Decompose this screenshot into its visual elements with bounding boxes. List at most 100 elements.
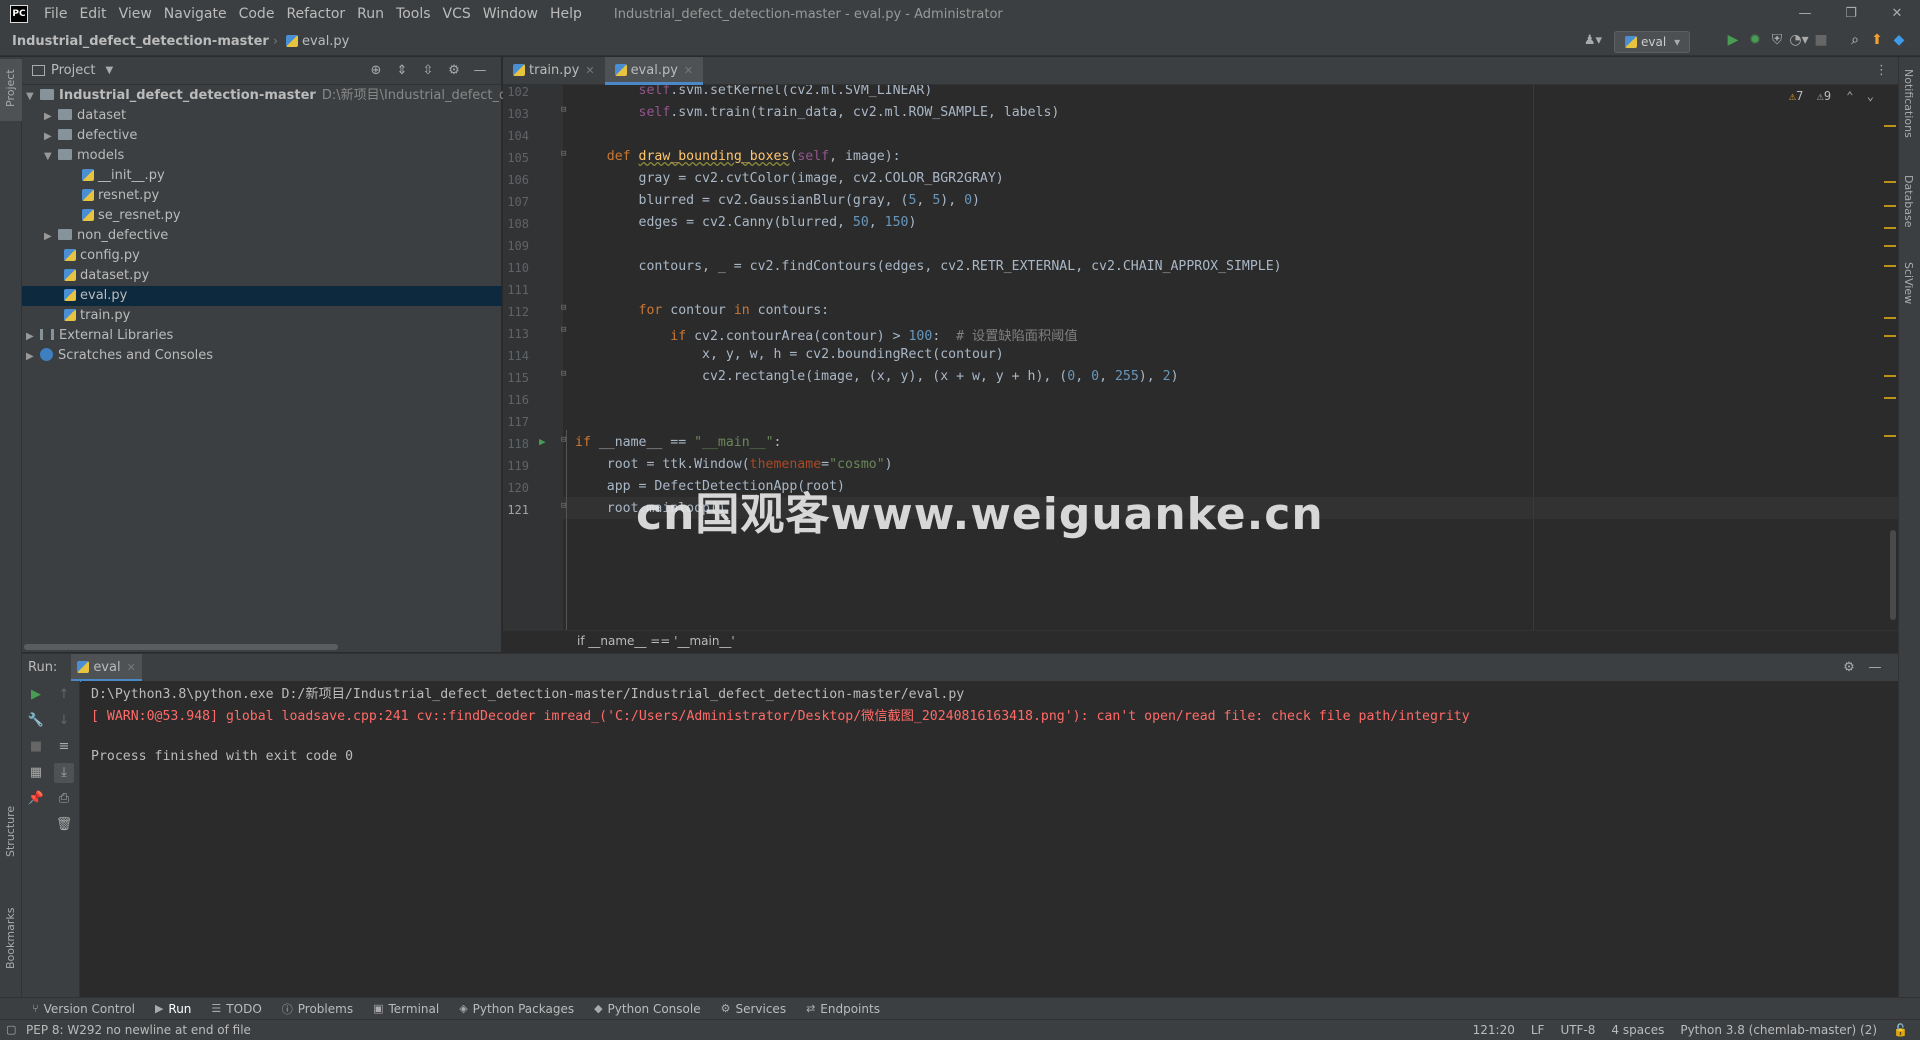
layout-icon[interactable]: ▦ [26,763,46,783]
menu-navigate[interactable]: Navigate [164,6,227,22]
run-gutter-icon[interactable]: ▶ [539,435,546,448]
breadcrumb-project[interactable]: Industrial_defect_detection-master [12,34,269,49]
line-separator[interactable]: LF [1531,1023,1545,1037]
gear-icon[interactable]: ⚙ [441,63,467,78]
fold-marker-icon[interactable]: ⊟ [561,369,566,379]
tool-tab-services[interactable]: ⚙ Services [721,1002,786,1016]
notifications-stripe-label[interactable]: Notifications [1902,69,1915,138]
locate-icon[interactable]: ⊕ [363,63,389,78]
tree-item-dataset[interactable]: ▶ dataset [22,106,502,126]
search-icon[interactable]: ⌕ [1844,32,1866,48]
bookmarks-stripe-label[interactable]: Bookmarks [4,908,17,969]
tree-root[interactable]: ▼ Industrial_defect_detection-master D:\新项… [22,86,578,107]
fold-marker-icon[interactable]: ⊟ [561,105,566,115]
run-tab-eval[interactable]: eval ✕ [71,653,142,682]
chevron-right-icon[interactable]: ▶ [44,107,58,127]
status-message[interactable]: PEP 8: W292 no newline at end of file [26,1023,251,1037]
close-icon[interactable]: ✕ [1874,0,1920,28]
structure-stripe-label[interactable]: Structure [4,806,17,857]
menu-window[interactable]: Window [483,6,538,22]
tool-windows-icon[interactable]: ▢ [6,1023,16,1036]
menu-help[interactable]: Help [550,6,582,22]
stop-icon[interactable]: ■ [26,737,46,757]
tree-item-se-resnet[interactable]: se_resnet.py [22,206,502,226]
fold-marker-icon[interactable]: ⊟ [561,149,566,159]
tree-item-init[interactable]: __init__.py [22,166,502,186]
chevron-down-icon[interactable]: ▼ [44,147,58,167]
scroll-to-end-icon[interactable]: ⤓ [54,763,74,783]
chevron-right-icon[interactable]: ▶ [44,227,58,247]
fold-marker-icon[interactable]: ⊟ [561,303,566,313]
tree-item-config[interactable]: config.py [22,246,502,266]
expand-all-icon[interactable]: ⇕ [389,63,415,78]
rerun-icon[interactable]: ▶ [26,685,46,705]
tree-item-eval[interactable]: eval.py [22,286,502,306]
editor-vertical-scrollbar[interactable] [1890,530,1896,620]
trash-icon[interactable]: 🗑 [54,815,74,835]
project-panel-title[interactable]: Project [51,63,95,78]
run-console[interactable]: D:\Python3.8\python.exe D:/新项目/Industria… [81,681,1898,997]
arrow-down-icon[interactable]: ↓ [54,711,74,731]
debug-icon[interactable]: ✹ [1744,32,1766,48]
lock-icon[interactable]: 🔓 [1893,1023,1908,1037]
tree-item-scratches[interactable]: ▶ Scratches and Consoles [22,346,502,366]
chevron-down-icon[interactable]: ⌄ [1867,89,1874,103]
close-tab-icon[interactable]: ✕ [127,661,136,674]
tool-tab-todo[interactable]: ☰ TODO [211,1002,261,1016]
arrow-up-icon[interactable]: ↑ [54,685,74,705]
chevron-up-icon[interactable]: ⌃ [1846,89,1853,103]
minimize-icon[interactable]: — [1782,0,1828,28]
gear-icon[interactable]: ⚙ [1836,660,1862,675]
project-horizontal-scrollbar[interactable] [24,644,338,650]
file-encoding[interactable]: UTF-8 [1560,1023,1595,1037]
tool-tab-terminal[interactable]: ▣ Terminal [373,1002,439,1016]
fold-marker-icon[interactable]: ⊟ [561,325,566,335]
database-stripe-label[interactable]: Database [1902,175,1915,228]
menu-vcs[interactable]: VCS [443,6,471,22]
tool-tab-problems[interactable]: ⓘ Problems [282,1001,353,1017]
tree-item-train[interactable]: train.py [22,306,502,326]
menu-tools[interactable]: Tools [396,6,431,22]
sciview-stripe-label[interactable]: SciView [1902,262,1915,304]
tree-item-models[interactable]: ▼ models [22,146,502,166]
pin-icon[interactable]: 📌 [26,789,46,809]
tree-item-external-libraries[interactable]: ▶ External Libraries [22,326,502,346]
tool-tab-python-console[interactable]: ◆ Python Console [594,1002,701,1016]
hide-icon[interactable]: — [467,63,493,78]
editor-breadcrumb[interactable]: if __name__ == '__main__' [577,634,735,648]
soft-wrap-icon[interactable]: ≡ [54,737,74,757]
tool-tab-python-packages[interactable]: ◈ Python Packages [459,1002,574,1016]
more-tabs-icon[interactable]: ⋮ [1875,63,1888,78]
jetbrains-icon[interactable]: ◆ [1888,32,1910,48]
close-tab-icon[interactable]: ✕ [585,64,594,77]
run-config-select[interactable]: eval ▾ [1614,31,1690,53]
menu-run[interactable]: Run [357,6,384,22]
tree-item-dataset-py[interactable]: dataset.py [22,266,502,286]
hide-icon[interactable]: — [1862,660,1888,675]
tool-tab-endpoints[interactable]: ⇄ Endpoints [806,1002,880,1016]
tool-tab-version-control[interactable]: ⑂ Version Control [32,1002,135,1016]
caret-position[interactable]: 121:20 [1473,1023,1515,1037]
collapse-all-icon[interactable]: ⇳ [415,63,441,78]
tree-item-non-defective[interactable]: ▶ non_defective [22,226,502,246]
menu-code[interactable]: Code [239,6,275,22]
menu-file[interactable]: File [44,6,67,22]
chevron-right-icon[interactable]: ▶ [26,347,40,367]
tree-item-defective[interactable]: ▶ defective [22,126,502,146]
chevron-right-icon[interactable]: ▶ [26,327,40,347]
wrench-icon[interactable]: 🔧 [26,711,46,731]
print-icon[interactable]: ⎙ [54,789,74,809]
close-tab-icon[interactable]: ✕ [684,64,693,77]
python-interpreter[interactable]: Python 3.8 (chemlab-master) (2) [1680,1023,1877,1037]
tool-tab-run[interactable]: ▶ Run [155,1002,191,1016]
coverage-icon[interactable]: ⛨ [1766,32,1788,48]
tab-eval-py[interactable]: eval.py ✕ [604,57,704,85]
chevron-down-icon[interactable]: ▼ [26,87,40,107]
update-icon[interactable]: ⬆ [1866,32,1888,48]
chevron-down-icon[interactable]: ▼ [105,65,113,76]
menu-refactor[interactable]: Refactor [286,6,345,22]
run-icon[interactable]: ▶ [1722,32,1744,48]
chevron-right-icon[interactable]: ▶ [44,127,58,147]
code-editor[interactable]: 102 103 104 105 106 107 108 109 110 111 … [503,85,1898,630]
stop-icon[interactable]: ■ [1810,32,1832,48]
